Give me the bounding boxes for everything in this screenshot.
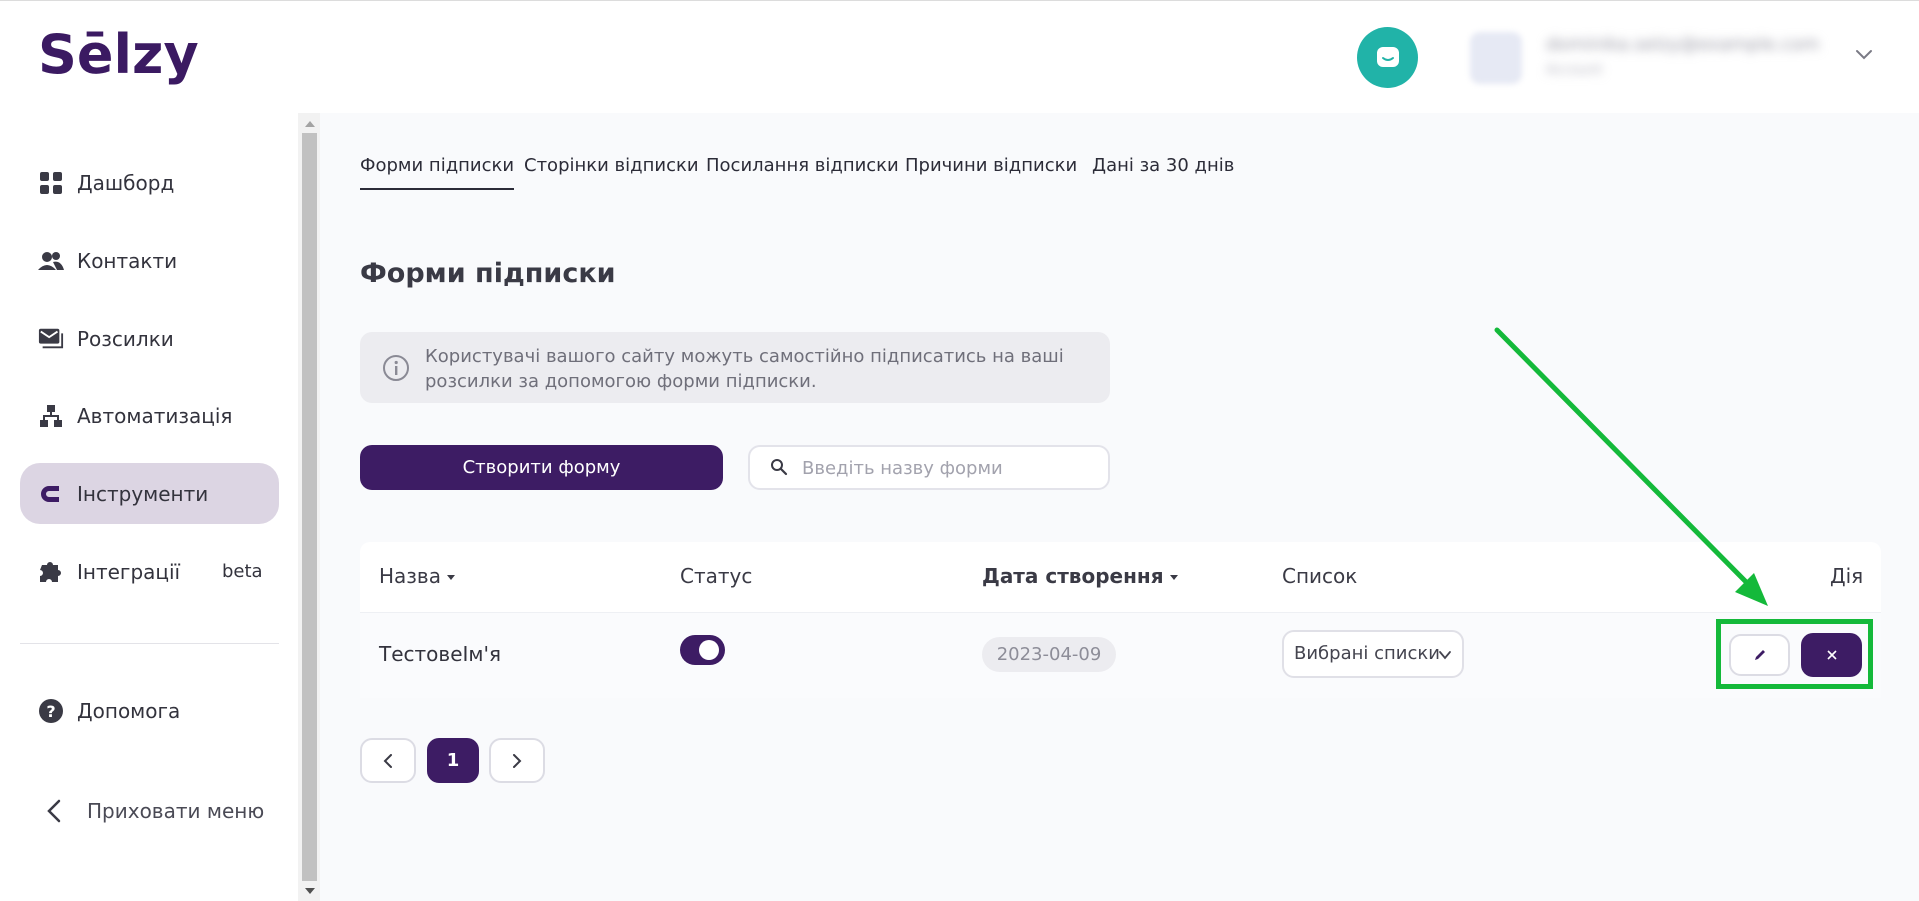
created-date-badge: 2023-04-09 [982, 637, 1116, 672]
contacts-icon [38, 248, 64, 274]
create-form-button[interactable]: Створити форму [360, 445, 723, 490]
logo[interactable]: Sēlzy [38, 23, 199, 86]
pencil-icon [1754, 650, 1765, 660]
page-title: Форми підписки [360, 258, 616, 289]
close-icon [1826, 650, 1837, 660]
chevron-down-icon[interactable] [1854, 44, 1874, 64]
info-icon [383, 355, 409, 381]
table-row: ТестовеІм'я 2023-04-09 Вибрані списки [360, 612, 1881, 698]
sidebar-item-integrations[interactable]: Інтеграції beta [20, 541, 279, 602]
svg-text:?: ? [46, 702, 55, 721]
prev-page-button[interactable] [360, 738, 416, 783]
chevron-down-icon [1439, 651, 1451, 660]
scrollbar-thumb[interactable] [302, 133, 317, 881]
sidebar-item-label: Інструменти [77, 481, 209, 506]
sidebar-item-label: Контакти [77, 248, 178, 273]
chat-bubble-icon [1376, 46, 1399, 67]
puzzle-icon [38, 559, 64, 585]
sidebar-item-label: Інтеграції [77, 559, 181, 584]
column-action-header: Дія [1830, 564, 1864, 588]
column-name-header[interactable]: Назва [379, 564, 455, 588]
column-name-label: Назва [379, 564, 441, 588]
sidebar-item-dashboard[interactable]: Дашборд [20, 152, 279, 213]
help-icon: ? [38, 698, 64, 724]
account-subtitle: Account [1546, 62, 1603, 78]
main-content: Форми підписки Сторінки відписки Посилан… [320, 113, 1919, 901]
delete-button[interactable] [1801, 633, 1862, 677]
search-input[interactable] [802, 453, 1092, 483]
search-icon [771, 459, 788, 476]
edit-button[interactable] [1729, 634, 1790, 676]
account-menu[interactable]: dominika.selzy@example.com Account [1470, 26, 1840, 90]
column-created-header[interactable]: Дата створення [982, 564, 1178, 588]
tab-unsubscribe-reasons[interactable]: Причини відписки [905, 155, 1077, 188]
column-status-header: Статус [680, 564, 753, 588]
forms-table: Назва Статус Дата створення Список Дія Т… [360, 542, 1881, 698]
tab-unsubscribe-pages[interactable]: Сторінки відписки [524, 155, 699, 188]
column-list-header: Список [1282, 564, 1358, 588]
sidebar-item-tools[interactable]: Інструменти [20, 463, 279, 524]
list-select[interactable]: Вибрані списки [1282, 630, 1464, 678]
tab-subscription-forms[interactable]: Форми підписки [360, 155, 515, 190]
hide-menu-button[interactable]: Приховати меню [40, 791, 280, 831]
info-text: Користувачі вашого сайту можуть самостій… [425, 346, 1064, 392]
tab-unsubscribe-links[interactable]: Посилання відписки [706, 155, 899, 188]
list-select-value: Вибрані списки [1294, 643, 1440, 664]
sidebar: Дашборд Контакти Розсилки Автоматизація … [0, 113, 298, 901]
sort-caret-icon [446, 575, 455, 580]
account-email: dominika.selzy@example.com [1546, 34, 1820, 55]
sidebar-item-label: Дашборд [77, 170, 175, 195]
chevron-left-icon [383, 753, 392, 768]
status-toggle[interactable] [680, 635, 725, 665]
chat-button[interactable] [1357, 27, 1418, 88]
sort-caret-icon [1169, 575, 1178, 580]
sidebar-item-label: Автоматизація [77, 403, 233, 428]
page-button-current[interactable]: 1 [427, 738, 479, 783]
dashboard-icon [38, 170, 64, 196]
hide-menu-label: Приховати меню [87, 799, 265, 823]
form-name[interactable]: ТестовеІм'я [379, 642, 501, 666]
sidebar-item-label: Розсилки [77, 326, 174, 351]
search-field[interactable] [748, 445, 1110, 490]
info-banner: Користувачі вашого сайту можуть самостій… [360, 332, 1110, 403]
sidebar-item-label: Допомога [77, 698, 181, 723]
beta-badge: beta [222, 561, 263, 582]
scroll-up-icon[interactable] [302, 117, 317, 131]
next-page-button[interactable] [489, 738, 545, 783]
tab-30-day-data[interactable]: Дані за 30 днів [1092, 155, 1234, 188]
mail-icon [38, 326, 64, 352]
sidebar-item-contacts[interactable]: Контакти [20, 230, 279, 291]
magnet-icon [38, 481, 64, 507]
sidebar-item-campaigns[interactable]: Розсилки [20, 308, 279, 369]
sidebar-item-automation[interactable]: Автоматизація [20, 385, 279, 446]
column-created-label: Дата створення [982, 564, 1164, 588]
chevron-left-icon [47, 799, 61, 823]
chevron-right-icon [513, 753, 522, 768]
toggle-knob [699, 640, 719, 660]
avatar [1470, 32, 1522, 84]
table-header: Назва Статус Дата створення Список Дія [360, 542, 1881, 612]
automation-icon [38, 403, 64, 429]
sidebar-item-help[interactable]: ? Допомога [20, 680, 279, 741]
scroll-down-icon[interactable] [302, 884, 317, 898]
sidebar-divider [20, 643, 279, 644]
